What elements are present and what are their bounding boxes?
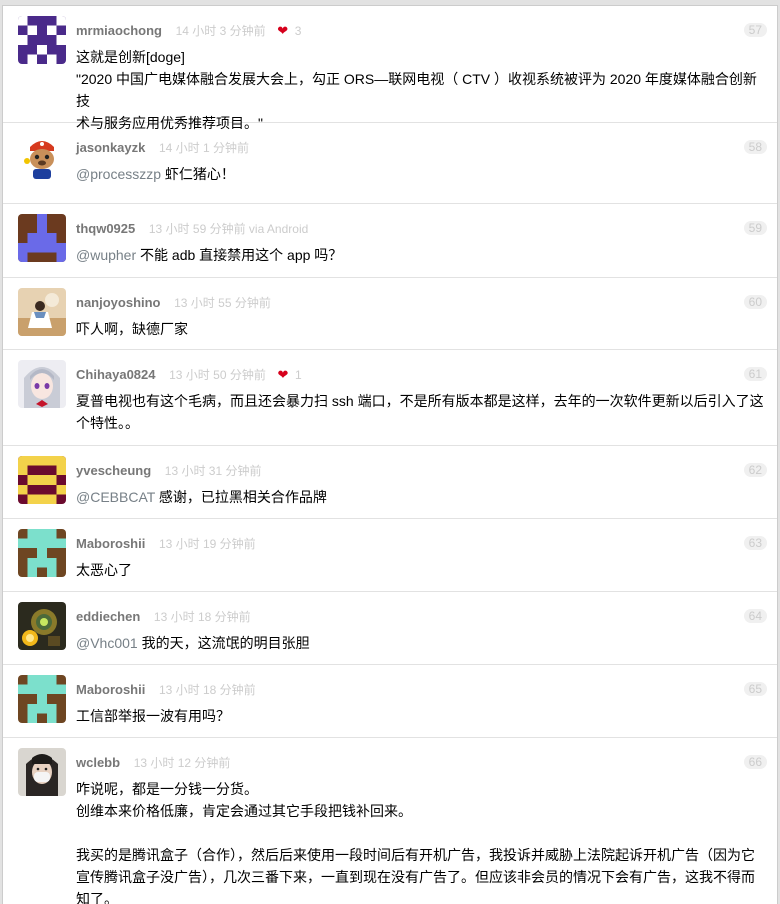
reply-content: @processzzp 虾仁猪心！ xyxy=(76,166,235,182)
reply-header: Maboroshii 13 小时 18 分钟前 xyxy=(76,682,256,698)
reply-item: nanjoyoshino 13 小时 55 分钟前 60 吓人啊，缺德厂家 xyxy=(3,278,777,350)
blue-pixel-identicon-icon xyxy=(18,214,66,262)
reply-time: 13 小时 18 分钟前 xyxy=(153,610,251,624)
avatar[interactable] xyxy=(18,529,66,577)
like-count: 3 xyxy=(294,24,302,38)
avatar[interactable] xyxy=(18,288,66,336)
avatar[interactable] xyxy=(18,360,66,408)
username-link[interactable]: eddiechen xyxy=(76,609,140,624)
reply-number: 63 xyxy=(743,536,767,550)
reply-time: 14 小时 3 分钟前 xyxy=(175,24,266,38)
avatar[interactable] xyxy=(18,602,66,650)
heart-icon: ❤ xyxy=(277,367,289,382)
reply-content: 吓人啊，缺德厂家 xyxy=(76,321,188,337)
heart-icon: ❤ xyxy=(277,23,289,38)
username-link[interactable]: Maboroshii xyxy=(76,682,145,697)
reply-number: 57 xyxy=(743,23,767,37)
purple-pixel-identicon-icon xyxy=(18,16,66,64)
reply-content: @Vhc001 我的天，这流氓的明目张胆 xyxy=(76,635,310,651)
avatar[interactable] xyxy=(18,748,66,796)
reply-time: 13 小时 18 分钟前 xyxy=(158,683,256,697)
reply-item: thqw0925 13 小时 59 分钟前 via Android 59 @wu… xyxy=(3,204,777,278)
mention-link[interactable]: @Vhc001 xyxy=(76,635,138,651)
username-link[interactable]: yvescheung xyxy=(76,463,151,478)
reply-item: Maboroshii 13 小时 18 分钟前 65 工信部举报一波有用吗？ xyxy=(3,665,777,738)
teal-pixel-identicon-icon xyxy=(18,675,66,723)
username-link[interactable]: Chihaya0824 xyxy=(76,367,156,382)
reply-content: 太恶心了 xyxy=(76,562,132,578)
reply-content: 夏普电视也有这个毛病，而且还会暴力扫 ssh 端口，不是所有版本都是这样，去年的… xyxy=(76,393,764,431)
avatar[interactable] xyxy=(18,133,66,181)
yellow-maroon-pixel-identicon-icon xyxy=(18,456,66,504)
reply-time: 13 小时 12 分钟前 xyxy=(133,756,231,770)
robot-character-avatar-icon xyxy=(18,602,66,650)
masked-person-photo-avatar-icon xyxy=(18,748,66,796)
reply-header: jasonkayzk 14 小时 1 分钟前 xyxy=(76,140,249,156)
reply-content: @wupher 不能 adb 直接禁用这个 app 吗？ xyxy=(76,247,343,263)
reply-time: 13 小时 50 分钟前 xyxy=(169,368,266,382)
reply-item: jasonkayzk 14 小时 1 分钟前 58 @processzzp 虾仁… xyxy=(3,123,777,204)
reply-header: mrmiaochong 14 小时 3 分钟前 ❤ 3 xyxy=(76,23,301,39)
reply-header: yvescheung 13 小时 31 分钟前 xyxy=(76,463,261,479)
reply-content: 咋说呢，都是一分钱一分货。 创维本来价格低廉，肯定会通过其它手段把钱补回来。 我… xyxy=(76,781,755,904)
reply-header: nanjoyoshino 13 小时 55 分钟前 xyxy=(76,295,271,311)
reply-content: 工信部举报一波有用吗？ xyxy=(76,708,230,724)
reply-header: Maboroshii 13 小时 19 分钟前 xyxy=(76,536,256,552)
avatar[interactable] xyxy=(18,456,66,504)
reply-header: Chihaya0824 13 小时 50 分钟前 ❤ 1 xyxy=(76,367,302,383)
username-link[interactable]: Maboroshii xyxy=(76,536,145,551)
username-link[interactable]: thqw0925 xyxy=(76,221,135,236)
cartoon-otter-avatar-icon xyxy=(18,133,66,181)
username-link[interactable]: jasonkayzk xyxy=(76,140,145,155)
teal-pixel-identicon-icon xyxy=(18,529,66,577)
reply-time: 13 小时 19 分钟前 xyxy=(158,537,256,551)
reply-item: mrmiaochong 14 小时 3 分钟前 ❤ 3 57 这就是创新[dog… xyxy=(3,6,777,131)
reply-item: Chihaya0824 13 小时 50 分钟前 ❤ 1 61 夏普电视也有这个… xyxy=(3,350,777,446)
reply-item: Maboroshii 13 小时 19 分钟前 63 太恶心了 xyxy=(3,519,777,592)
avatar[interactable] xyxy=(18,675,66,723)
mention-link[interactable]: @wupher xyxy=(76,247,136,263)
mention-link[interactable]: @CEBBCAT xyxy=(76,489,155,505)
reply-number: 60 xyxy=(743,295,767,309)
reply-header: wclebb 13 小时 12 分钟前 xyxy=(76,755,230,771)
avatar[interactable] xyxy=(18,16,66,64)
avatar[interactable] xyxy=(18,214,66,262)
reply-time: 13 小时 55 分钟前 xyxy=(174,296,271,310)
username-link[interactable]: nanjoyoshino xyxy=(76,295,161,310)
like-count: 1 xyxy=(294,368,302,382)
reply-time: 14 小时 1 分钟前 xyxy=(159,141,250,155)
reply-number: 65 xyxy=(743,682,767,696)
reply-item: eddiechen 13 小时 18 分钟前 64 @Vhc001 我的天，这流… xyxy=(3,592,777,665)
anime-girl-avatar-icon xyxy=(18,360,66,408)
reply-item: yvescheung 13 小时 31 分钟前 62 @CEBBCAT 感谢，已… xyxy=(3,446,777,519)
mention-link[interactable]: @processzzp xyxy=(76,166,161,182)
reply-number: 58 xyxy=(743,140,767,154)
reply-time: 13 小时 31 分钟前 xyxy=(164,464,262,478)
reply-number: 59 xyxy=(743,221,767,235)
anime-photo-avatar-icon xyxy=(18,288,66,336)
reply-header: eddiechen 13 小时 18 分钟前 xyxy=(76,609,251,625)
reply-content: 这就是创新[doge] "2020 中国广电媒体融合发展大会上，勾正 ORS—联… xyxy=(76,49,757,131)
reply-time: 13 小时 59 分钟前 via Android xyxy=(148,222,309,236)
reply-number: 61 xyxy=(743,367,767,381)
reply-header: thqw0925 13 小时 59 分钟前 via Android xyxy=(76,221,308,237)
reply-item: wclebb 13 小时 12 分钟前 66 咋说呢，都是一分钱一分货。 创维本… xyxy=(3,738,777,904)
username-link[interactable]: wclebb xyxy=(76,755,120,770)
reply-number: 64 xyxy=(743,609,767,623)
replies-panel: mrmiaochong 14 小时 3 分钟前 ❤ 3 57 这就是创新[dog… xyxy=(2,5,778,904)
username-link[interactable]: mrmiaochong xyxy=(76,23,162,38)
reply-number: 66 xyxy=(743,755,767,769)
reply-content: @CEBBCAT 感谢，已拉黑相关合作品牌 xyxy=(76,489,327,505)
reply-number: 62 xyxy=(743,463,767,477)
